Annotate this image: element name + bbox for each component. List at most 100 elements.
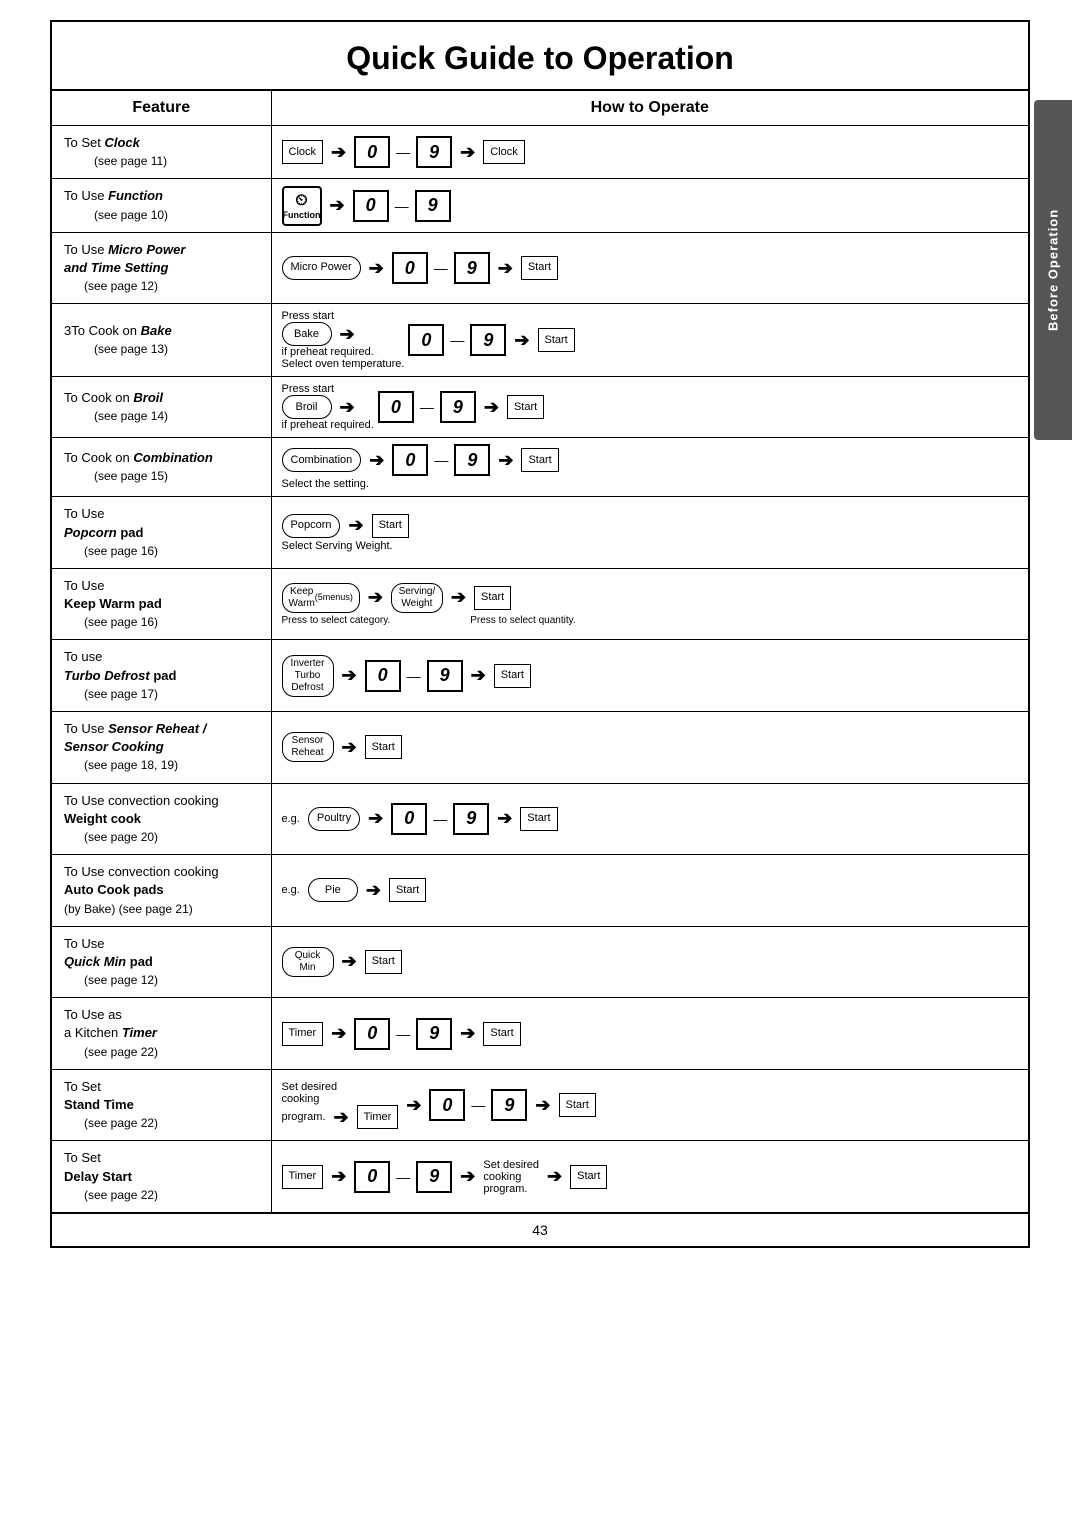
table-row: To Use as a Kitchen Timer (see page 22) …	[51, 998, 1029, 1070]
nine-key: 9	[415, 190, 451, 222]
operation-cell-sensor-reheat: SensorReheat ➔ Start	[271, 712, 1029, 784]
arrow: ➔	[535, 1095, 550, 1116]
arrow: ➔	[331, 1166, 346, 1187]
feature-cell-auto-cook: To Use convection cooking Auto Cook pads…	[51, 855, 271, 927]
dash: —	[433, 811, 447, 827]
header-feature: Feature	[51, 90, 271, 126]
arrow: ➔	[342, 737, 357, 758]
zero-key: 0	[365, 660, 401, 692]
operation-cell-use-function: ⏲ Function ➔ 0 — 9	[271, 179, 1029, 232]
operation-cell-delay-start: Timer ➔ 0 — 9 ➔ Set desired cooking prog…	[271, 1141, 1029, 1213]
operation-cell-quick-min: QuickMin ➔ Start	[271, 926, 1029, 998]
arrow: ➔	[484, 397, 499, 418]
zero-key: 0	[408, 324, 444, 356]
arrow: ➔	[460, 1166, 475, 1187]
operation-cell-bake: Press start Bake ➔ if preheat required. …	[271, 304, 1029, 377]
operation-cell-broil: Press start Broil ➔ if preheat required.…	[271, 377, 1029, 438]
feature-label: Timer	[122, 1025, 157, 1040]
start-key: Start	[507, 395, 544, 419]
start-key: Start	[538, 328, 575, 352]
feature-cell-delay-start: To Set Delay Start (see page 22)	[51, 1141, 271, 1213]
arrow: ➔	[331, 142, 346, 163]
table-row: To Use convection cooking Weight cook (s…	[51, 783, 1029, 855]
arrow: ➔	[342, 665, 357, 686]
feature-cell-weight-cook: To Use convection cooking Weight cook (s…	[51, 783, 271, 855]
pie-key: Pie	[308, 878, 358, 902]
op-row: Clock ➔ 0 — 9 ➔ Clock	[282, 136, 1019, 168]
timer-key: Timer	[357, 1105, 399, 1129]
arrow: ➔	[369, 450, 384, 471]
nine-key: 9	[491, 1089, 527, 1121]
dash: —	[420, 399, 434, 415]
dash: —	[434, 452, 448, 468]
nine-key: 9	[427, 660, 463, 692]
feature-label: Bake	[141, 323, 172, 338]
start-key: Start	[520, 807, 557, 831]
dash: —	[396, 144, 410, 160]
start-key: Start	[521, 448, 558, 472]
sensor-reheat-key: SensorReheat	[282, 732, 334, 762]
table-row: To Use convection cooking Auto Cook pads…	[51, 855, 1029, 927]
table-row: To Use Keep Warm pad (see page 16) KeepW…	[51, 568, 1029, 640]
start-key: Start	[521, 256, 558, 280]
clock-key-start: Clock	[282, 140, 324, 164]
feature-cell-turbo-defrost: To use Turbo Defrost pad (see page 17)	[51, 640, 271, 712]
feature-cell-sensor-reheat: To Use Sensor Reheat /Sensor Cooking (se…	[51, 712, 271, 784]
feature-label: Auto Cook pads	[64, 882, 164, 897]
start-key: Start	[494, 664, 531, 688]
feature-cell-keep-warm: To Use Keep Warm pad (see page 16)	[51, 568, 271, 640]
arrow: ➔	[368, 587, 383, 608]
clock-key-end: Clock	[483, 140, 525, 164]
feature-label: Sensor Reheat /Sensor Cooking	[64, 721, 206, 754]
feature-label: Stand Time	[64, 1097, 134, 1112]
serving-weight-key: Serving/Weight	[391, 583, 443, 613]
function-key: ⏲ Function	[282, 186, 322, 226]
micro-power-key: Micro Power	[282, 256, 361, 280]
feature-label: Delay Start	[64, 1169, 132, 1184]
nine-key: 9	[453, 803, 489, 835]
table-row: To Set Delay Start (see page 22) Timer ➔…	[51, 1141, 1029, 1213]
table-row: To Use Popcorn pad (see page 16) Popcorn…	[51, 497, 1029, 569]
table-row: To Use Function (see page 10) ⏲ Function…	[51, 179, 1029, 232]
nine-key: 9	[440, 391, 476, 423]
nine-key: 9	[470, 324, 506, 356]
operation-cell-combination: Combination ➔ 0 — 9 ➔ Start Select the s…	[271, 438, 1029, 497]
feature-label: Keep Warm pad	[64, 596, 162, 611]
arrow: ➔	[368, 808, 383, 829]
feature-cell-use-function: To Use Function (see page 10)	[51, 179, 271, 232]
zero-key: 0	[429, 1089, 465, 1121]
zero-key: 0	[392, 252, 428, 284]
nine-key: 9	[454, 444, 490, 476]
arrow: ➔	[330, 195, 345, 216]
page-title: Quick Guide to Operation	[50, 20, 1030, 89]
op-row: Micro Power ➔ 0 — 9 ➔ Start	[282, 252, 1019, 284]
arrow: ➔	[369, 258, 384, 279]
table-row: To Set Clock (see page 11) Clock ➔ 0 — 9…	[51, 126, 1029, 179]
zero-key: 0	[391, 803, 427, 835]
op-row: Press start Bake ➔ if preheat required. …	[282, 310, 1019, 370]
arrow: ➔	[334, 1107, 349, 1128]
nine-key: 9	[416, 136, 452, 168]
table-row: To use Turbo Defrost pad (see page 17) I…	[51, 640, 1029, 712]
dash: —	[471, 1097, 485, 1113]
feature-label: Function	[108, 188, 163, 203]
operation-cell-weight-cook: e.g. Poultry ➔ 0 — 9 ➔ Start	[271, 783, 1029, 855]
feature-cell-set-clock: To Set Clock (see page 11)	[51, 126, 271, 179]
table-row: To Use Micro Powerand Time Setting (see …	[51, 232, 1029, 304]
timer-key: Timer	[282, 1165, 324, 1189]
op-block: Press start Bake ➔ if preheat required. …	[282, 310, 1019, 370]
feature-label: Clock	[104, 135, 139, 150]
start-key: Start	[474, 586, 511, 610]
header-operation: How to Operate	[271, 90, 1029, 126]
arrow: ➔	[460, 142, 475, 163]
arrow: ➔	[366, 880, 381, 901]
operation-cell-auto-cook: e.g. Pie ➔ Start	[271, 855, 1029, 927]
arrow: ➔	[498, 258, 513, 279]
broil-key: Broil	[282, 395, 332, 419]
arrow: ➔	[340, 397, 355, 418]
zero-key: 0	[353, 190, 389, 222]
feature-label: Quick Min	[64, 954, 126, 969]
start-key: Start	[389, 878, 426, 902]
start-key: Start	[483, 1022, 520, 1046]
arrow: ➔	[331, 1023, 346, 1044]
